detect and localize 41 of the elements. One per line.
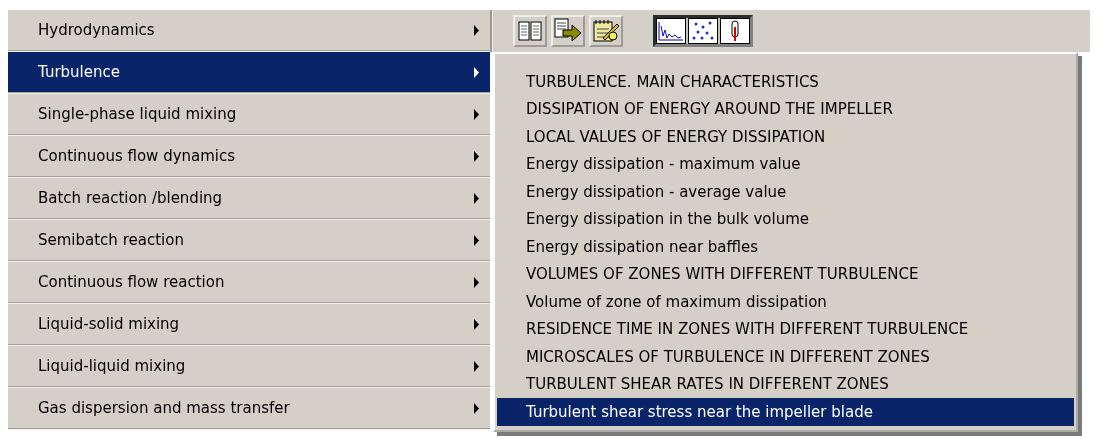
menu-item[interactable]: Gas dispersion and mass transfer [8,388,490,430]
submenu-item[interactable]: Energy dissipation near baffles [497,233,1074,261]
menu-item[interactable]: Continuous flow reaction [8,262,490,304]
submenu-item[interactable]: Energy dissipation - average value [497,178,1074,206]
submenu-arrow-icon [473,234,480,246]
thermometer-icon [720,18,750,44]
toolbar-button[interactable] [589,15,623,47]
menu-item[interactable]: Liquid-solid mixing [8,304,490,346]
menu-item[interactable]: Continuous flow dynamics [8,136,490,178]
submenu-item[interactable]: Volume of zone of maximum dissipation [497,288,1074,316]
submenu-arrow-icon [473,108,480,120]
menu-item[interactable]: Semibatch reaction [8,220,490,262]
submenu-item[interactable]: RESIDENCE TIME IN ZONES WITH DIFFERENT TURBULENCE [497,315,1074,343]
menu-item[interactable]: Single-phase liquid mixing [8,94,490,136]
submenu-arrow-icon [473,192,480,204]
menu-item[interactable]: Liquid-liquid mixing [8,346,490,388]
submenu-arrow-icon [473,402,480,414]
scatter-plot-icon [688,18,718,44]
submenu-arrow-icon [473,360,480,372]
book-icon [517,20,543,42]
submenu-item[interactable]: Energy dissipation - maximum value [497,150,1074,178]
submenu-item[interactable]: TURBULENCE. MAIN CHARACTERISTICS [497,68,1074,96]
submenu-arrow-icon [473,66,480,78]
submenu-item[interactable]: DISSIPATION OF ENERGY AROUND THE IMPELLER [497,95,1074,123]
chart-views-button[interactable] [653,15,753,47]
submenu-item[interactable]: TURBULENT SHEAR RATES IN DIFFERENT ZONES [497,370,1074,398]
submenu-item[interactable]: MICROSCALES OF TURBULENCE IN DIFFERENT ZONES [497,343,1074,371]
submenu-arrow-icon [473,276,480,288]
menu-item[interactable]: Turbulence [8,52,490,94]
toolbar-button[interactable] [551,15,585,47]
document-arrow-icon [553,18,583,44]
submenu-item[interactable]: LOCAL VALUES OF ENERGY DISSIPATION [497,123,1074,151]
submenu-arrow-icon [473,150,480,162]
menu-item[interactable]: Batch reaction /blending [8,178,490,220]
line-chart-icon [656,18,686,44]
submenu-arrow-icon [473,318,480,330]
notepad-pencil-icon [591,18,621,44]
submenu-arrow-icon [473,24,480,36]
submenu-item[interactable]: VOLUMES OF ZONES WITH DIFFERENT TURBULENCE [497,260,1074,288]
submenu-item[interactable]: Turbulent shear stress near the impeller blade [497,398,1074,426]
submenu-item[interactable]: Energy dissipation in the bulk volume [497,205,1074,233]
